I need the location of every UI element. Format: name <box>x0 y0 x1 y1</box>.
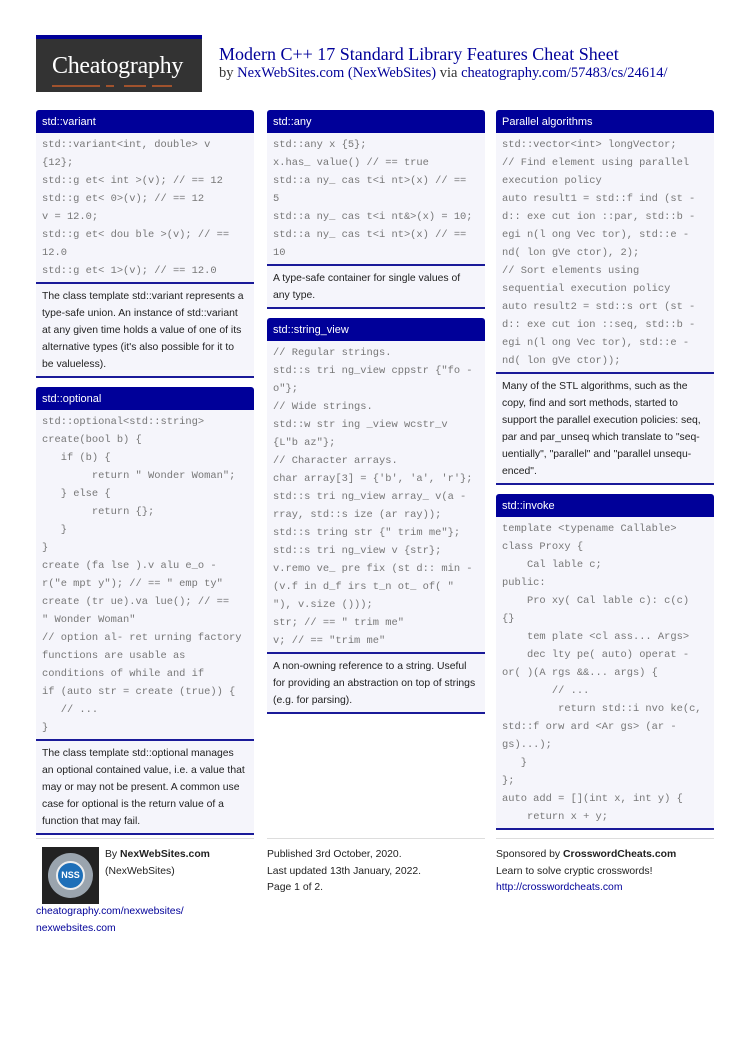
footer-author: NSS By NexWebSites.com (NexWebSites) che… <box>36 838 254 937</box>
description: Many of the STL algorithms, such as the … <box>496 374 714 485</box>
section-invoke: std::invoke template <typename Callable>… <box>496 494 714 830</box>
by-label: by <box>219 65 234 81</box>
description: The class template std::variant represen… <box>36 284 254 378</box>
description: A type-safe container for single values … <box>267 266 485 309</box>
section-optional: std::optional std::optional<std::string>… <box>36 387 254 835</box>
column-3: Parallel algorithms std::vector<int> lon… <box>496 110 714 839</box>
by-label: By <box>105 849 118 860</box>
cheatography-logo[interactable]: Cheatography <box>36 35 202 92</box>
section-title: std::optional <box>36 387 254 410</box>
section-variant: std::variant std::variant<int, double> v… <box>36 110 254 378</box>
section-title: std::string_view <box>267 318 485 341</box>
author-site-link[interactable]: nexwebsites.com <box>36 923 116 934</box>
sponsor-tagline: Learn to solve cryptic crosswords! <box>496 865 653 877</box>
logo-underline <box>52 85 100 87</box>
code-block: template <typename Callable> class Proxy… <box>496 517 714 830</box>
page-title[interactable]: Modern C++ 17 Standard Library Features … <box>219 44 619 65</box>
published-date: Published 3rd October, 2020. <box>267 849 402 860</box>
section-title: std::variant <box>36 110 254 133</box>
page-number: Page 1 of 2. <box>267 882 324 893</box>
code-block: std::variant<int, double> v {12}; std::g… <box>36 133 254 284</box>
column-2: std::any std::any x {5}; x.has_ value() … <box>267 110 485 723</box>
logo-underline <box>124 85 146 87</box>
author-link[interactable]: NexWebSites.com (NexWebSites) <box>237 65 436 81</box>
author-profile-link[interactable]: cheatography.com/nexwebsites/ <box>36 906 184 917</box>
code-block: // Regular strings. std::s tri ng_view c… <box>267 341 485 654</box>
code-block: std::any x {5}; x.has_ value() // == tru… <box>267 133 485 266</box>
sponsor-name[interactable]: CrosswordCheats.com <box>563 849 676 860</box>
section-any: std::any std::any x {5}; x.has_ value() … <box>267 110 485 309</box>
author-avatar[interactable]: NSS <box>42 847 99 904</box>
description: The class template std::optional manages… <box>36 741 254 835</box>
section-string-view: std::string_view // Regular strings. std… <box>267 318 485 714</box>
section-parallel-algorithms: Parallel algorithms std::vector<int> lon… <box>496 110 714 485</box>
column-1: std::variant std::variant<int, double> v… <box>36 110 254 844</box>
sheet-url-link[interactable]: cheatography.com/57483/cs/24614/ <box>461 65 667 81</box>
code-block: std::optional<std::string> create(bool b… <box>36 410 254 741</box>
section-title: std::invoke <box>496 494 714 517</box>
via-label: via <box>439 65 458 81</box>
logo-underline <box>106 85 114 87</box>
sponsor-link[interactable]: http://crosswordcheats.com <box>496 882 622 893</box>
sponsor-label: Sponsored by <box>496 849 561 860</box>
code-block: std::vector<int> longVector; // Find ele… <box>496 133 714 374</box>
footer-publish-info: Published 3rd October, 2020. Last update… <box>267 838 485 897</box>
section-title: std::any <box>267 110 485 133</box>
byline: by NexWebSites.com (NexWebSites) via che… <box>219 65 668 82</box>
author-handle: (NexWebSites) <box>105 865 175 877</box>
description: A non-owning reference to a string. Usef… <box>267 654 485 714</box>
footer-sponsor: Sponsored by CrosswordCheats.com Learn t… <box>496 838 714 897</box>
nss-badge: NSS <box>56 861 85 890</box>
updated-date: Last updated 13th January, 2022. <box>267 865 422 877</box>
logo-underline <box>152 85 172 87</box>
logo-text: Cheatography <box>52 53 184 79</box>
author-name[interactable]: NexWebSites.com <box>120 849 210 860</box>
section-title: Parallel algorithms <box>496 110 714 133</box>
